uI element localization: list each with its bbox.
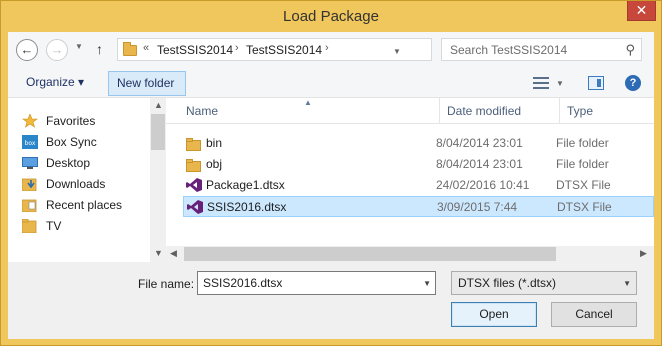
file-type: DTSX File bbox=[557, 200, 612, 214]
preview-pane-icon[interactable] bbox=[588, 76, 604, 90]
forward-button[interactable]: → bbox=[46, 39, 68, 61]
close-button[interactable]: ✕ bbox=[627, 1, 656, 21]
column-divider[interactable] bbox=[559, 98, 560, 124]
back-button[interactable]: ← bbox=[16, 39, 38, 61]
column-header-row: ▲ Name Date modified Type bbox=[166, 98, 654, 124]
search-placeholder: Search TestSSIS2014 bbox=[450, 43, 568, 57]
breadcrumb-separator[interactable]: › bbox=[325, 42, 329, 54]
box-icon: box bbox=[22, 135, 38, 149]
file-date-modified: 8/04/2014 23:01 bbox=[436, 136, 523, 150]
desktop-icon bbox=[22, 157, 38, 169]
file-name-value: SSIS2016.dtsx bbox=[203, 276, 283, 290]
recent-places-icon bbox=[22, 199, 37, 212]
folder-icon bbox=[186, 138, 201, 151]
view-options-icon[interactable] bbox=[533, 76, 549, 90]
nav-item-label: Favorites bbox=[46, 114, 96, 128]
address-bar[interactable]: « TestSSIS2014 › TestSSIS2014 › ▼ ↻ bbox=[117, 38, 528, 61]
file-row[interactable]: Package1.dtsx 24/02/2016 10:41 DTSX File bbox=[183, 175, 654, 196]
horizontal-scrollbar[interactable]: ◀ ▶ bbox=[166, 246, 654, 262]
file-row-selected[interactable]: SSIS2016.dtsx 3/09/2015 7:44 DTSX File bbox=[183, 196, 654, 217]
command-bar: Organize ▾ New folder ▼ ? bbox=[8, 68, 654, 98]
chevron-down-icon[interactable]: ▼ bbox=[423, 279, 431, 288]
file-name-field[interactable]: SSIS2016.dtsx ▼ bbox=[197, 271, 436, 295]
file-type: File folder bbox=[556, 157, 609, 171]
address-dropdown-chevron-icon[interactable]: ▼ bbox=[393, 47, 401, 56]
chevron-down-icon[interactable]: ▼ bbox=[623, 279, 631, 288]
file-name: SSIS2016.dtsx bbox=[207, 200, 287, 214]
column-divider[interactable] bbox=[439, 98, 440, 124]
downloads-icon bbox=[22, 178, 37, 191]
file-list: ▲ Name Date modified Type bin 8/04/2014 … bbox=[166, 98, 654, 262]
scrollbar-thumb[interactable] bbox=[151, 114, 165, 150]
new-folder-button[interactable]: New folder bbox=[108, 71, 186, 96]
file-type-select[interactable]: DTSX files (*.dtsx) ▼ bbox=[451, 271, 637, 295]
dialog-footer: File name: SSIS2016.dtsx ▼ DTSX files (*… bbox=[8, 262, 654, 339]
svg-text:box: box bbox=[25, 140, 36, 147]
file-name: bin bbox=[206, 136, 223, 150]
sort-ascending-icon: ▲ bbox=[304, 98, 312, 107]
cancel-button[interactable]: Cancel bbox=[551, 302, 637, 327]
navigation-pane: Favorites box Box Sync Desktop Downloads… bbox=[8, 98, 166, 262]
breadcrumb-separator[interactable]: › bbox=[235, 42, 239, 54]
search-icon[interactable]: ⚲ bbox=[625, 42, 635, 58]
file-row[interactable]: obj 8/04/2014 23:01 File folder bbox=[183, 154, 654, 175]
scroll-left-icon[interactable]: ◀ bbox=[170, 248, 177, 259]
nav-item-label: TV bbox=[46, 219, 62, 233]
open-button[interactable]: Open bbox=[451, 302, 537, 327]
visual-studio-icon bbox=[186, 178, 202, 192]
nav-item-label: Downloads bbox=[46, 177, 106, 191]
scroll-right-icon[interactable]: ▶ bbox=[640, 248, 647, 259]
column-header-name[interactable]: Name bbox=[186, 104, 218, 118]
column-header-date-modified[interactable]: Date modified bbox=[447, 104, 521, 118]
help-icon[interactable]: ? bbox=[625, 75, 641, 91]
file-type-filter-value: DTSX files (*.dtsx) bbox=[458, 276, 557, 290]
column-header-type[interactable]: Type bbox=[567, 104, 593, 118]
nav-item-label: Recent places bbox=[46, 198, 123, 212]
load-package-dialog: Load Package ✕ ← → ▼ ↑ « TestSSIS2014 › … bbox=[0, 0, 662, 346]
dialog-client: ← → ▼ ↑ « TestSSIS2014 › TestSSIS2014 › … bbox=[8, 32, 654, 339]
star-icon bbox=[22, 114, 38, 128]
view-chevron-icon[interactable]: ▼ bbox=[556, 79, 564, 88]
file-type: DTSX File bbox=[556, 178, 611, 192]
breadcrumb-item[interactable]: TestSSIS2014 bbox=[157, 43, 233, 57]
up-folder-button[interactable]: ↑ bbox=[96, 41, 103, 57]
breadcrumb-item[interactable]: TestSSIS2014 bbox=[246, 43, 322, 57]
file-row[interactable]: bin 8/04/2014 23:01 File folder bbox=[183, 133, 654, 154]
file-type: File folder bbox=[556, 136, 609, 150]
title-bar[interactable]: Load Package ✕ bbox=[1, 1, 661, 32]
file-name: Package1.dtsx bbox=[206, 178, 285, 192]
scrollbar-thumb[interactable] bbox=[184, 247, 556, 261]
scroll-up-icon[interactable]: ▲ bbox=[154, 100, 163, 110]
recent-locations-chevron-icon[interactable]: ▼ bbox=[75, 42, 83, 51]
file-date-modified: 3/09/2015 7:44 bbox=[437, 200, 518, 214]
file-name-label: File name: bbox=[138, 277, 195, 291]
navigation-scrollbar[interactable]: ▲ ▼ bbox=[150, 98, 166, 262]
file-date-modified: 24/02/2016 10:41 bbox=[436, 178, 530, 192]
folder-icon bbox=[22, 219, 37, 233]
folder-icon bbox=[123, 42, 137, 56]
search-input[interactable]: Search TestSSIS2014 ⚲ bbox=[441, 38, 642, 61]
nav-item-label: Desktop bbox=[46, 156, 91, 170]
breadcrumb-overflow[interactable]: « bbox=[143, 42, 149, 54]
folder-icon bbox=[186, 159, 201, 172]
nav-item-label: Box Sync bbox=[46, 135, 97, 149]
visual-studio-icon bbox=[187, 200, 203, 214]
address-row: ← → ▼ ↑ « TestSSIS2014 › TestSSIS2014 › … bbox=[8, 32, 654, 68]
scroll-down-icon[interactable]: ▼ bbox=[154, 248, 163, 258]
window-title: Load Package bbox=[283, 8, 379, 25]
file-name: obj bbox=[206, 157, 223, 171]
file-date-modified: 8/04/2014 23:01 bbox=[436, 157, 523, 171]
organize-button[interactable]: Organize ▾ bbox=[18, 71, 92, 96]
